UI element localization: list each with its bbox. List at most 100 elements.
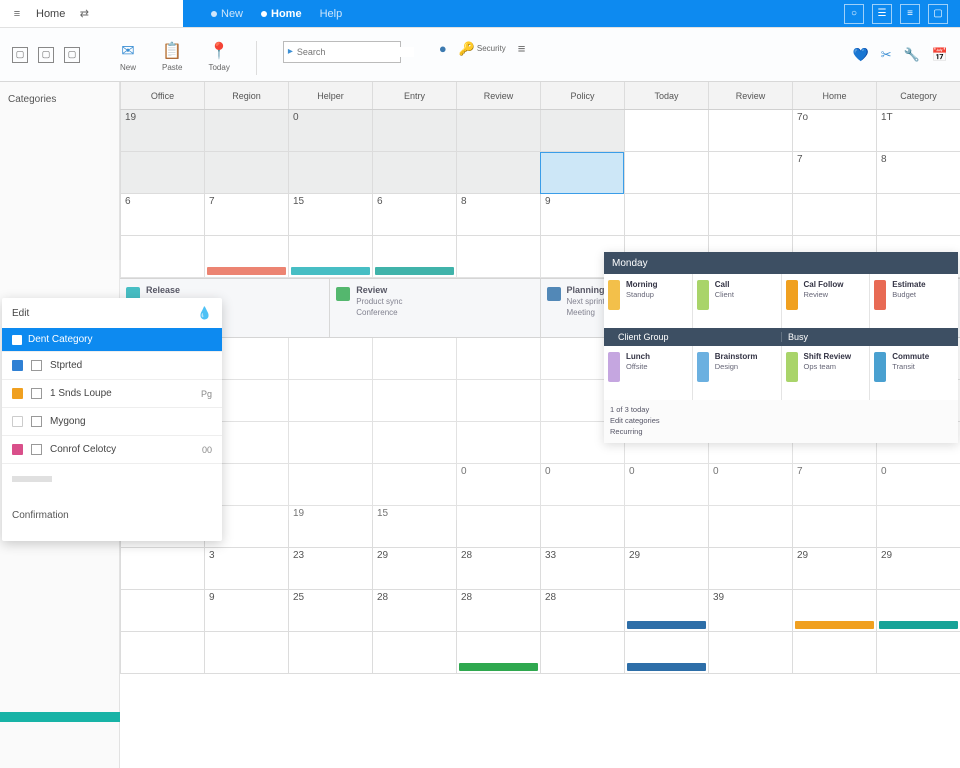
calendar-cell[interactable]: 28 <box>456 548 540 590</box>
calendar-cell[interactable] <box>372 236 456 278</box>
calendar-cell[interactable]: 28 <box>456 590 540 632</box>
category-item[interactable]: Mygong <box>2 407 222 435</box>
list-icon[interactable]: ≡ <box>900 4 920 24</box>
calendar-cell[interactable] <box>456 110 540 152</box>
calendar-cell[interactable]: 1T <box>876 110 960 152</box>
calendar-cell[interactable] <box>288 152 372 194</box>
col-header[interactable]: Office <box>120 82 204 109</box>
calendar-cell[interactable] <box>288 338 372 380</box>
calendar-cell[interactable]: 0 <box>456 464 540 506</box>
nav-cal-icon[interactable]: ▢ <box>64 47 80 63</box>
calendar-cell[interactable] <box>708 194 792 236</box>
calendar-icon[interactable]: 📅 <box>932 47 948 63</box>
calendar-cell[interactable] <box>876 590 960 632</box>
calendar-cell[interactable] <box>624 110 708 152</box>
calendar-cell[interactable] <box>792 632 876 674</box>
category-item[interactable]: 1 Snds LoupePg <box>2 379 222 407</box>
ribbon-today-button[interactable]: 📍 Today <box>208 41 229 72</box>
settings-icon[interactable]: 🔧 <box>904 47 920 63</box>
calendar-cell[interactable] <box>708 110 792 152</box>
calendar-cell[interactable] <box>624 590 708 632</box>
calendar-cell[interactable]: 28 <box>372 590 456 632</box>
ribbon-search-box[interactable]: ▸ <box>283 41 401 63</box>
calendar-cell[interactable] <box>372 152 456 194</box>
calendar-cell[interactable]: 29 <box>372 548 456 590</box>
col-header[interactable]: Policy <box>540 82 624 109</box>
account-icon[interactable]: ☰ <box>872 4 892 24</box>
droplet-icon[interactable]: 💧 <box>197 306 212 320</box>
calendar-cell[interactable]: 7o <box>792 110 876 152</box>
calendar-cell[interactable]: 28 <box>540 590 624 632</box>
detail-event[interactable]: CallClient <box>692 274 781 328</box>
calendar-cell[interactable] <box>624 152 708 194</box>
ribbon-new-button[interactable]: ✉ New <box>120 41 136 72</box>
detail-event[interactable]: BrainstormDesign <box>692 346 781 400</box>
calendar-cell[interactable] <box>624 632 708 674</box>
calendar-cell[interactable] <box>288 632 372 674</box>
calendar-cell[interactable] <box>120 548 204 590</box>
calendar-cell[interactable]: 0 <box>624 464 708 506</box>
detail-subhead-b[interactable]: Busy <box>781 332 950 342</box>
calendar-cell[interactable] <box>372 632 456 674</box>
detail-list-item[interactable]: 1 of 3 today <box>610 404 952 415</box>
calendar-cell[interactable] <box>120 632 204 674</box>
col-header[interactable]: Home <box>792 82 876 109</box>
calendar-cell[interactable] <box>540 632 624 674</box>
category-checkbox[interactable] <box>31 360 42 371</box>
calendar-cell[interactable]: 19 <box>288 506 372 548</box>
col-header[interactable]: Category <box>876 82 960 109</box>
calendar-cell[interactable]: 0 <box>540 464 624 506</box>
calendar-cell[interactable] <box>792 506 876 548</box>
calendar-cell[interactable]: 25 <box>288 590 372 632</box>
col-header[interactable]: Review <box>708 82 792 109</box>
detail-subhead-a[interactable]: Client Group <box>612 332 781 342</box>
calendar-cell[interactable]: 6 <box>372 194 456 236</box>
maximize-icon[interactable]: ▢ <box>928 4 948 24</box>
calendar-cell[interactable] <box>792 590 876 632</box>
calendar-cell[interactable] <box>624 506 708 548</box>
calendar-cell[interactable] <box>204 632 288 674</box>
calendar-cell[interactable] <box>120 236 204 278</box>
nav-back-icon[interactable]: ▢ <box>12 47 28 63</box>
calendar-cell[interactable] <box>456 236 540 278</box>
event-card[interactable]: ReviewProduct syncConference <box>330 279 539 337</box>
detail-event[interactable]: Shift ReviewOps team <box>781 346 870 400</box>
calendar-cell[interactable] <box>792 194 876 236</box>
menu-icon[interactable]: ≡ <box>8 5 26 23</box>
calendar-cell[interactable] <box>288 464 372 506</box>
calendar-cell[interactable] <box>456 152 540 194</box>
calendar-cell[interactable] <box>456 506 540 548</box>
calendar-cell[interactable]: 0 <box>876 464 960 506</box>
calendar-cell[interactable] <box>540 506 624 548</box>
calendar-cell[interactable]: 29 <box>792 548 876 590</box>
col-header[interactable]: Helper <box>288 82 372 109</box>
col-header[interactable]: Entry <box>372 82 456 109</box>
dropdown-icon[interactable]: ⇄ <box>75 5 93 23</box>
detail-event[interactable]: CommuteTransit <box>869 346 958 400</box>
calendar-cell[interactable]: 23 <box>288 548 372 590</box>
security-button[interactable]: 🔑Security <box>459 41 506 57</box>
calendar-cell[interactable] <box>708 152 792 194</box>
ribbon-tab-help[interactable]: Help <box>320 8 343 20</box>
calendar-cell[interactable]: 8 <box>876 152 960 194</box>
calendar-cell[interactable] <box>456 380 540 422</box>
detail-list-item[interactable]: Edit categories <box>610 415 952 426</box>
calendar-cell[interactable]: 8 <box>456 194 540 236</box>
favorite-icon[interactable]: 💙 <box>853 47 869 63</box>
calendar-cell[interactable] <box>204 110 288 152</box>
detail-event[interactable]: EstimateBudget <box>869 274 958 328</box>
ribbon-paste-button[interactable]: 📋 Paste <box>162 41 182 72</box>
col-header[interactable]: Region <box>204 82 288 109</box>
detail-event[interactable]: MorningStandup <box>604 274 692 328</box>
calendar-cell[interactable] <box>876 506 960 548</box>
category-active[interactable]: Dent Category <box>2 328 222 351</box>
calendar-cell[interactable]: 15 <box>372 506 456 548</box>
calendar-cell[interactable] <box>372 380 456 422</box>
calendar-cell[interactable]: 3 <box>204 548 288 590</box>
calendar-cell[interactable]: 0 <box>288 110 372 152</box>
calendar-cell[interactable] <box>372 464 456 506</box>
category-item[interactable]: Stprted <box>2 351 222 379</box>
calendar-cell[interactable] <box>708 632 792 674</box>
calendar-cell[interactable]: 29 <box>876 548 960 590</box>
detail-title[interactable]: Monday <box>604 252 958 274</box>
